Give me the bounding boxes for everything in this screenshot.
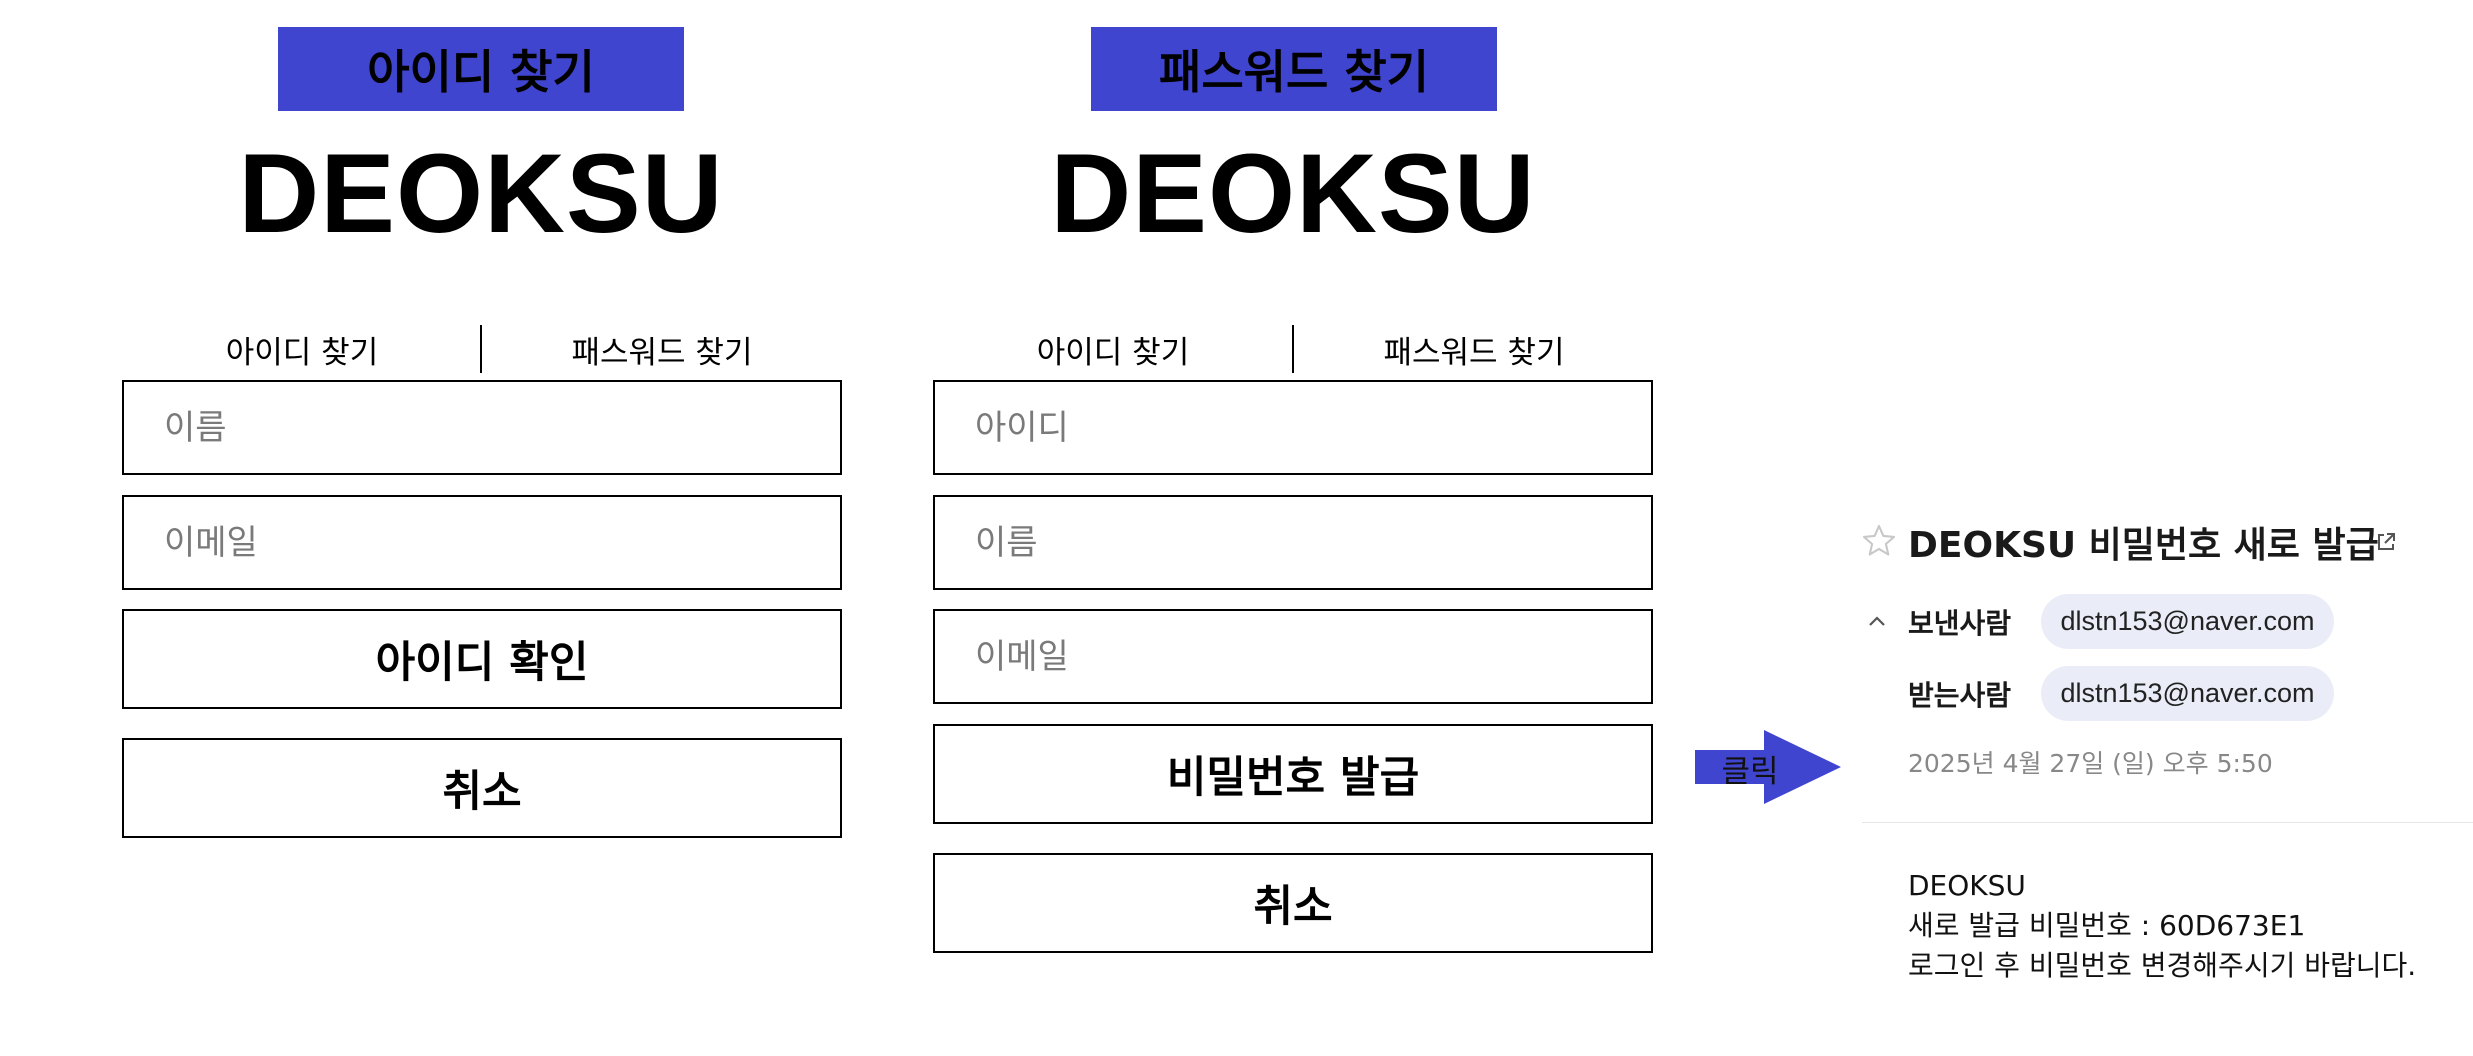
email-body: DEOKSU 새로 발급 비밀번호 : 60D673E1 로그인 후 비밀번호 … xyxy=(1908,866,2468,996)
find-password-id-input[interactable] xyxy=(975,407,1651,448)
find-id-email-field[interactable] xyxy=(122,495,842,590)
find-password-tab-divider xyxy=(1292,325,1294,373)
recipient-chip[interactable]: dlstn153@naver.com xyxy=(2041,666,2334,721)
find-id-tab-find-password[interactable]: 패스워드 찾기 xyxy=(522,322,802,376)
find-id-name-input[interactable] xyxy=(164,407,840,448)
email-subject: DEOKSU 비밀번호 새로 발급 xyxy=(1908,525,2379,566)
find-id-name-field[interactable] xyxy=(122,380,842,475)
sender-chip[interactable]: dlstn153@naver.com xyxy=(2041,594,2334,649)
email-body-line: 로그인 후 비밀번호 변경해주시기 바랍니다. xyxy=(1908,949,2417,982)
find-password-id-field[interactable] xyxy=(933,380,1653,475)
find-id-logo: DEOKSU xyxy=(238,130,724,256)
issue-password-button[interactable]: 비밀번호 발급 xyxy=(933,724,1653,824)
find-password-tab-find-id[interactable]: 아이디 찾기 xyxy=(983,322,1243,376)
find-password-name-input[interactable] xyxy=(975,522,1651,563)
find-password-banner: 패스워드 찾기 xyxy=(1091,27,1497,111)
email-body-line: DEOKSU xyxy=(1908,869,2026,902)
find-password-email-input[interactable] xyxy=(975,636,1651,677)
confirm-id-button[interactable]: 아이디 확인 xyxy=(122,609,842,709)
sender-label: 보낸사람 xyxy=(1908,607,2012,640)
recipient-label: 받는사람 xyxy=(1908,679,2012,712)
email-divider xyxy=(1862,822,2473,823)
find-id-tab-divider xyxy=(480,325,482,373)
find-password-name-field[interactable] xyxy=(933,495,1653,590)
email-body-line: 새로 발급 비밀번호 : 60D673E1 xyxy=(1908,909,2306,942)
find-password-logo: DEOKSU xyxy=(1050,130,1536,256)
chevron-up-icon[interactable] xyxy=(1865,610,1889,634)
find-id-email-input[interactable] xyxy=(164,522,840,563)
click-label: 클릭 xyxy=(1721,753,1779,790)
find-password-email-field[interactable] xyxy=(933,609,1653,704)
find-id-tab-find-id[interactable]: 아이디 찾기 xyxy=(172,322,432,376)
email-date: 2025년 4월 27일 (일) 오후 5:50 xyxy=(1908,749,2273,778)
find-id-cancel-button[interactable]: 취소 xyxy=(122,738,842,838)
find-id-banner: 아이디 찾기 xyxy=(278,27,684,111)
find-password-cancel-button[interactable]: 취소 xyxy=(933,853,1653,953)
star-icon[interactable] xyxy=(1861,523,1897,559)
external-link-icon[interactable] xyxy=(2374,530,2398,554)
find-password-tab-find-password[interactable]: 패스워드 찾기 xyxy=(1334,322,1614,376)
